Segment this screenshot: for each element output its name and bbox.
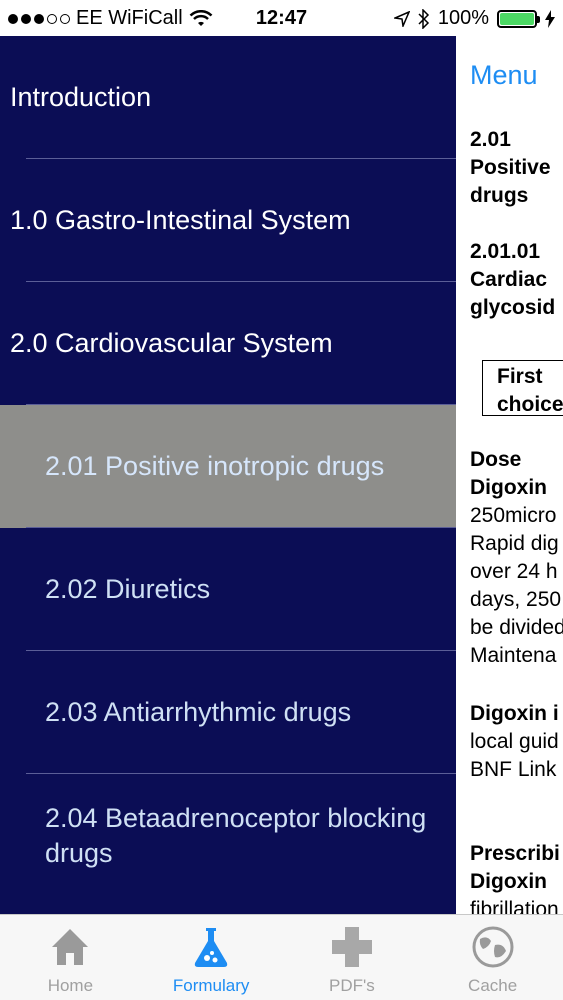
- menu-item-label: 2.03 Antiarrhythmic drugs: [45, 697, 352, 727]
- side-menu: Introduction 1.0 Gastro-Intestinal System…: [0, 36, 456, 914]
- digoxin-title: Digoxin i: [470, 702, 559, 725]
- prescribing-title: Prescribi: [470, 842, 560, 865]
- menu-item[interactable]: 2.0 Cardiovascular System: [0, 282, 456, 405]
- dose-title: Dose: [470, 448, 522, 471]
- tab-cache[interactable]: Cache: [422, 915, 563, 1000]
- battery-percent: 100%: [437, 7, 489, 29]
- tab-home-label: Home: [47, 976, 94, 995]
- home-icon: [52, 929, 89, 965]
- battery-icon: [497, 9, 540, 28]
- tab-formulary-label: Formulary: [172, 976, 250, 995]
- charging-icon: [545, 9, 555, 28]
- menu-link[interactable]: Menu: [470, 60, 538, 91]
- prescribing-text: fibrillation: [470, 898, 559, 914]
- tab-bar: Home Formulary PDF's Cache: [0, 914, 563, 1000]
- tab-pdfs[interactable]: PDF's: [282, 915, 423, 1000]
- menu-item[interactable]: 2.01 Positive inotropic drugs: [0, 405, 456, 528]
- menu-item[interactable]: Introduction: [0, 36, 456, 159]
- location-icon: [393, 10, 410, 27]
- status-bar: EE WiFiCall 12:47 100%: [0, 0, 563, 36]
- status-right: 100%: [393, 7, 555, 30]
- menu-item[interactable]: 2.02 Diuretics: [0, 528, 456, 651]
- subsection-heading: 2.01.01 Cardiac glycosid: [470, 240, 556, 319]
- menu-item-label: 2.01 Positive inotropic drugs: [45, 451, 385, 481]
- section-heading: 2.01 Positive drugs: [470, 128, 551, 207]
- flask-icon: [194, 928, 228, 967]
- menu-item[interactable]: 2.03 Antiarrhythmic drugs: [0, 651, 456, 774]
- menu-item-label: 2.0 Cardiovascular System: [10, 328, 333, 358]
- menu-item-label: 2.02 Diuretics: [45, 574, 211, 604]
- content-panel: Menu 2.01 Positive drugs 2.01.01 Cardiac…: [456, 36, 563, 914]
- menu-item-label: 2.04 Betaadrenoceptor blocking drugs: [45, 802, 427, 868]
- globe-icon: [472, 926, 514, 968]
- menu-item-label: Introduction: [10, 82, 152, 112]
- tab-cache-label: Cache: [468, 976, 518, 995]
- menu-item[interactable]: 1.0 Gastro-Intestinal System: [0, 159, 456, 282]
- medical-cross-icon: [331, 927, 372, 967]
- digoxin-text: local guid BNF Link: [470, 730, 559, 781]
- tab-home[interactable]: Home: [0, 915, 141, 1000]
- dose-text: 250micro Rapid dig over 24 h days, 250 b…: [470, 504, 563, 667]
- bluetooth-icon: [418, 8, 429, 29]
- menu-item[interactable]: 2.04 Betaadrenoceptor blocking drugs: [0, 774, 456, 897]
- prescribing-drug: Digoxin: [470, 870, 547, 893]
- tab-pdfs-label: PDF's: [329, 976, 375, 995]
- dose-drug: Digoxin: [470, 476, 547, 499]
- menu-item-label: 1.0 Gastro-Intestinal System: [10, 205, 351, 235]
- first-choice-badge: First choice: [482, 360, 563, 416]
- tab-formulary[interactable]: Formulary: [141, 915, 282, 1000]
